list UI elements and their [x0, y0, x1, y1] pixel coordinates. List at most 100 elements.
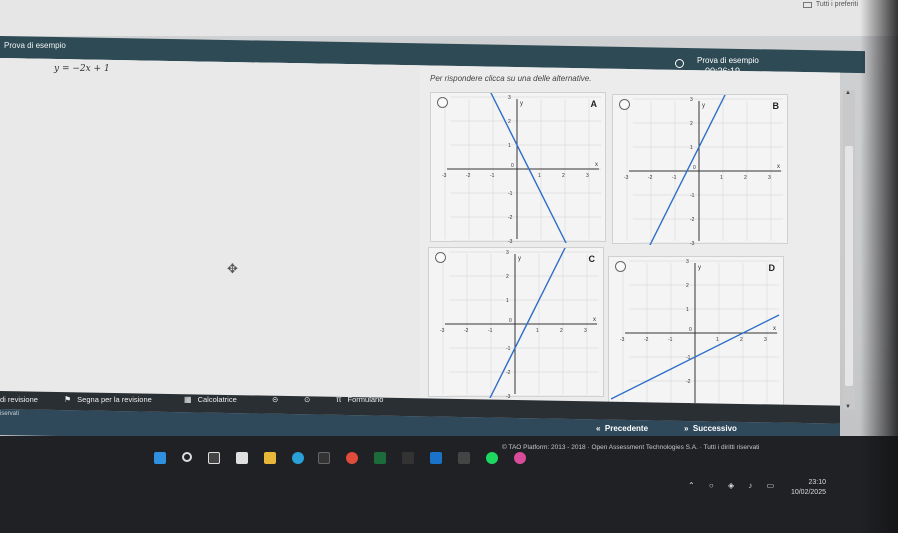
next-label: Successivo: [692, 424, 737, 433]
choice-c[interactable]: x y -3 -3 -2 -2 -1 -1 0 1 1 2 2 3 3 C: [428, 247, 604, 398]
formulario-button[interactable]: π Formulario: [336, 395, 383, 404]
y-tick-label: -3: [506, 394, 511, 398]
y-tick-label: 1: [690, 145, 693, 151]
double-right-arrow-icon: »: [684, 424, 689, 433]
x-axis-label: x: [595, 162, 598, 168]
x-tick-label: -1: [490, 173, 495, 179]
y-tick-label: 3: [686, 259, 689, 265]
favorites-label: Tutti i preferiti: [815, 1, 858, 8]
y-tick-label: 3: [508, 95, 511, 101]
x-tick-label: -1: [672, 175, 677, 181]
screen-edge-shadow: [860, 0, 898, 533]
y-tick-label: 2: [690, 121, 693, 127]
coordinate-graph: xy-3-3-2-2-1-10112233: [624, 95, 783, 245]
x-tick-label: 2: [562, 173, 565, 179]
y-axis-label: y: [518, 256, 521, 262]
app-icon-5[interactable]: [514, 452, 526, 464]
clock-time: 23:10: [808, 479, 826, 486]
pi-icon: π: [336, 395, 342, 404]
y-tick-label: -2: [690, 217, 695, 223]
y-tick-label: 1: [686, 307, 689, 313]
timer-title: Prova di esempio: [697, 56, 759, 65]
clock-icon: [675, 59, 684, 68]
favorites-bar[interactable]: Tutti i preferiti: [802, 1, 858, 8]
x-tick-label: -3: [624, 175, 629, 181]
y-tick-label: -2: [508, 215, 513, 221]
choice-letter-a: A: [590, 99, 598, 109]
screen: Tutti i preferiti Prova di esempio Prova…: [0, 0, 898, 533]
calculator-button[interactable]: ▦ Calcolatrice: [184, 395, 237, 404]
radio-button-a[interactable]: [437, 97, 448, 108]
question-prompt: Per rispondere clicca su una delle alter…: [430, 74, 592, 83]
radio-button-d[interactable]: [615, 261, 626, 272]
taskbar-clock[interactable]: 23:10 10/02/2025: [791, 478, 826, 498]
teams-icon[interactable]: [236, 452, 248, 464]
origin-label: 0: [693, 165, 696, 171]
x-tick-label: 2: [740, 337, 743, 343]
choice-d[interactable]: xy-3-3-2-2-1-10112233 D: [608, 256, 784, 407]
coordinate-graph: xy-3-3-2-2-1-10112233: [610, 259, 780, 407]
x-tick-label: -2: [648, 175, 653, 181]
radio-button-b[interactable]: [619, 99, 630, 110]
app-icon-3[interactable]: [430, 452, 442, 464]
previous-label: Precedente: [604, 424, 649, 433]
radio-button-c[interactable]: [435, 252, 446, 263]
y-tick-label: 2: [686, 283, 689, 289]
choice-b[interactable]: x y -3 -3 -2 -2 -1 -1 0 1 1 2 2 3 3 B: [612, 94, 788, 245]
store-icon[interactable]: [318, 452, 330, 464]
x-tick-label: -2: [464, 328, 469, 334]
flag-for-review-button[interactable]: ⚑ Segna per la revisione: [64, 395, 152, 404]
y-tick-label: 3: [690, 97, 693, 103]
x-tick-label: 1: [720, 175, 723, 181]
review-button[interactable]: di revisione: [0, 395, 38, 404]
app-icon[interactable]: [374, 452, 386, 464]
scroll-up-icon[interactable]: ▲: [845, 90, 851, 96]
system-tray[interactable]: ⌃ ○ ◈ ♪ ▭: [688, 481, 780, 490]
y-tick-label: -2: [506, 370, 511, 376]
coordinate-graph: xy-3-3-2-2-1-10112233: [440, 248, 599, 398]
origin-label: 0: [509, 318, 512, 324]
start-icon[interactable]: [154, 452, 166, 464]
x-tick-label: -3: [440, 328, 445, 334]
app-icon-4[interactable]: [458, 452, 470, 464]
choice-letter-d: D: [768, 263, 776, 273]
x-tick-label: 3: [584, 328, 587, 334]
scroll-thumb[interactable]: [845, 146, 853, 386]
previous-button[interactable]: « Precedente: [596, 424, 648, 433]
y-tick-label: 3: [506, 250, 509, 256]
x-tick-label: 1: [536, 328, 539, 334]
x-axis-label: x: [593, 317, 596, 323]
y-tick-label: 1: [506, 298, 509, 304]
y-tick-label: -2: [686, 379, 691, 385]
y-axis-label: y: [520, 101, 523, 107]
choice-a[interactable]: x y -3 -3 -2 -2 -1 -1 0 1 1 2 2 3 3 A: [430, 92, 606, 243]
choice-letter-b: B: [772, 101, 780, 111]
formulario-label: Formulario: [347, 395, 384, 404]
edge-icon[interactable]: [292, 452, 304, 464]
chrome-icon[interactable]: [346, 452, 358, 464]
y-tick-label: 2: [506, 274, 509, 280]
x-tick-label: 1: [716, 337, 719, 343]
file-explorer-icon[interactable]: [264, 452, 276, 464]
next-button[interactable]: » Successivo: [684, 424, 737, 433]
question-stem-pane: [0, 58, 420, 406]
zoom-out-button[interactable]: ⊝: [272, 395, 278, 404]
equation: y = −2x + 1: [54, 64, 110, 74]
y-tick-label: 1: [508, 143, 511, 149]
app-icon-2[interactable]: [402, 452, 414, 464]
origin-label: 0: [689, 327, 692, 333]
spotify-icon[interactable]: [486, 452, 498, 464]
search-icon[interactable]: [182, 452, 192, 462]
scroll-down-icon[interactable]: ▼: [845, 404, 851, 410]
x-tick-label: -3: [620, 337, 625, 343]
scrollbar[interactable]: ▲ ▼: [843, 90, 855, 410]
zoom-in-button[interactable]: ⊙: [304, 395, 310, 404]
x-axis-label: x: [777, 164, 780, 170]
zoom-in-icon: ⊙: [304, 395, 311, 404]
x-tick-label: -2: [644, 337, 649, 343]
x-tick-label: -1: [668, 337, 673, 343]
y-tick-label: -3: [690, 241, 695, 245]
origin-label: 0: [511, 163, 514, 169]
task-view-icon[interactable]: [208, 452, 220, 464]
zoom-out-icon: ⊝: [272, 395, 279, 404]
